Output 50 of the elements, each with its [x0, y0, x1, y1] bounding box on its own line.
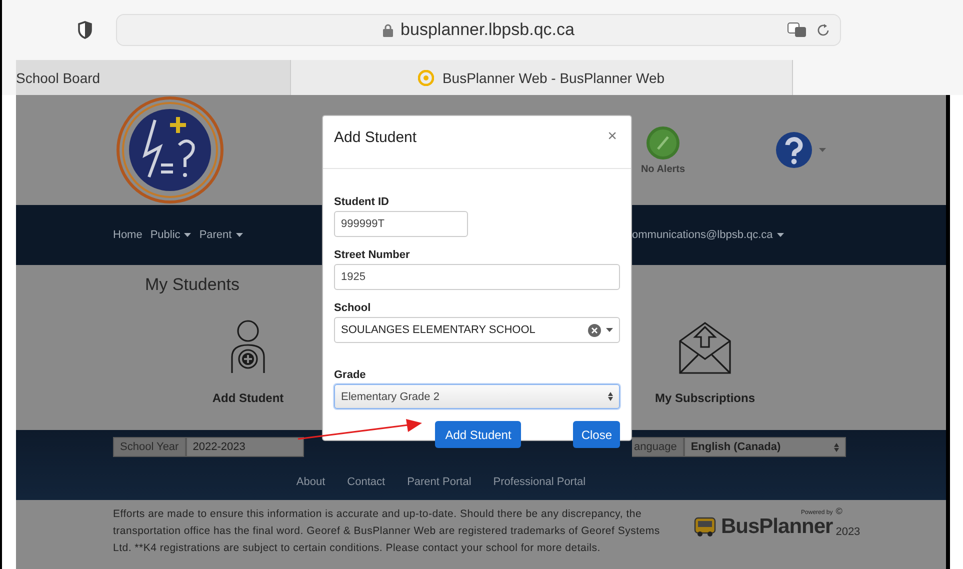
field-label: School — [334, 302, 372, 314]
select-field[interactable]: Elementary Grade 2 — [334, 384, 620, 409]
account-menu[interactable]: ommunications@lbpsb.qc.ca — [632, 229, 946, 241]
clear-icon[interactable] — [588, 324, 601, 336]
action-link[interactable]: Add Student — [196, 319, 300, 405]
copyright-year: 2023 — [836, 526, 860, 538]
bus-icon — [692, 516, 718, 538]
close-button[interactable]: Close — [573, 421, 620, 448]
field-label: School Year — [113, 437, 186, 457]
nav-link[interactable]: Parent — [199, 229, 243, 241]
brand-name: BusPlanner — [721, 516, 833, 538]
field-label: Grade — [334, 369, 367, 381]
envelope-icon — [678, 319, 732, 375]
caret-icon — [184, 233, 192, 237]
footer-link[interactable]: Contact — [347, 476, 386, 488]
nav-link[interactable]: Home — [113, 229, 142, 241]
field-label: Student ID — [334, 196, 390, 208]
action-link[interactable]: My Subscriptions — [653, 319, 757, 405]
add-student-button[interactable]: Add Student — [435, 421, 522, 448]
footer-link[interactable]: About — [296, 476, 326, 488]
footer-link[interactable]: Parent Portal — [407, 476, 472, 488]
field-label: anguage — [632, 437, 684, 457]
copyright-symbol: © — [836, 506, 844, 516]
page-title: My Students — [145, 274, 240, 295]
shield-icon — [78, 21, 92, 39]
close-button[interactable]: × — [604, 128, 621, 146]
favicon-icon — [418, 70, 434, 86]
alerts-label: No Alerts — [640, 164, 686, 174]
text-field[interactable]: 1925 — [334, 264, 620, 290]
caret-icon — [236, 233, 243, 237]
help-icon[interactable] — [775, 131, 813, 169]
caret-icon — [776, 233, 784, 237]
browser-tab[interactable]: BusPlanner Web - BusPlanner Web — [290, 60, 793, 95]
select-field[interactable]: SOULANGES ELEMENTARY SCHOOL — [334, 317, 620, 343]
select-field[interactable]: English (Canada) — [684, 437, 846, 457]
text-field[interactable]: 999999T — [334, 211, 468, 237]
lock-icon — [382, 24, 393, 36]
address-bar[interactable]: busplanner.lbpsb.qc.ca — [116, 14, 841, 46]
browser-tab[interactable]: School Board — [16, 60, 290, 95]
updown-icon — [608, 392, 613, 401]
footer-link[interactable]: Professional Portal — [493, 476, 586, 488]
caret-icon — [606, 328, 613, 332]
caret-icon — [819, 148, 826, 152]
nav-link[interactable]: Public — [150, 229, 192, 241]
select-field[interactable]: 2022-2023 — [186, 437, 304, 457]
updown-icon — [834, 442, 839, 452]
disclaimer-text: Efforts are made to ensure this information is accurate and up-to-date. Should there be any discrepancy, the transportation office has the final word. Georef & BusPlanner Web are registered trademarks of Georef Systems Ltd. **K4 registrations are subject to certain conditions. Please contact your school for more details. — [113, 507, 661, 556]
field-label: Street Number — [334, 249, 411, 261]
refresh-icon[interactable] — [817, 23, 830, 37]
modal-title: Add Student — [334, 128, 417, 146]
